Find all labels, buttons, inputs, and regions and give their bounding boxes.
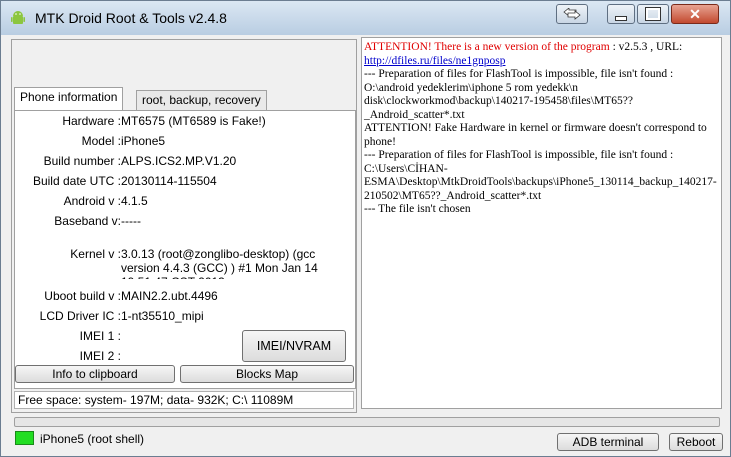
tab-root-backup-recovery[interactable]: root, backup, recovery [136,90,267,110]
info-value: iPhone5 [121,134,166,148]
progress-bar [14,417,720,427]
info-value: MAIN2.2.ubt.4496 [121,289,218,303]
log-output[interactable]: ATTENTION! There is a new version of the… [361,37,722,409]
info-label: Android v : [63,194,121,208]
log-attention-text: ATTENTION! There is a new version of the… [364,41,610,53]
info-value: 1-nt35510_mipi [121,309,204,323]
connection-status-indicator [15,431,34,445]
info-value: ALPS.ICS2.MP.V1.20 [121,154,237,168]
android-icon [11,11,25,24]
window-title: MTK Droid Root & Tools v2.4.8 [35,10,227,26]
close-icon: ✕ [689,5,701,22]
info-value: 20130114-115504 [121,174,217,188]
adb-terminal-button[interactable]: ADB terminal [557,433,659,451]
info-to-clipboard-button[interactable]: Info to clipboard [15,365,175,383]
log-version-text: : v2.5.3 , URL: [609,41,683,53]
minimize-icon [615,15,627,21]
close-button[interactable]: ✕ [671,4,719,24]
info-row-kernel: Kernel v : 3.0.13 (root@zonglibo-desktop… [15,247,355,279]
client-area: Phone information root, backup, recovery… [9,35,724,453]
phone-panel: Phone information root, backup, recovery… [11,39,357,413]
minimize-button[interactable] [607,4,635,24]
info-label: Baseband v: [54,214,121,228]
maximize-button[interactable] [637,4,669,24]
imei-nvram-button[interactable]: IMEI/NVRAM [242,330,346,362]
info-value: 4.1.5 [121,194,148,208]
info-label: LCD Driver IC : [39,309,121,323]
info-value: MT6575 (MT6589 is Fake!) [121,114,266,128]
info-value: 3.0.13 (root@zonglibo-desktop) (gcc vers… [121,247,318,279]
download-link[interactable]: http://dfiles.ru/files/ne1gnposp [364,55,506,67]
info-label: IMEI 1 : [79,329,121,343]
blocks-map-button[interactable]: Blocks Map [180,365,354,383]
swap-button[interactable] [556,4,588,24]
log-entry-new-version: ATTENTION! There is a new version of the… [364,41,719,68]
info-label: Uboot build v : [44,289,121,303]
log-entry: ATTENTION! Fake Hardware in kernel or fi… [364,122,707,148]
phone-information-page: Hardware : MT6575 (MT6589 is Fake!) Mode… [14,110,356,389]
log-entry: --- The file isn't chosen [364,203,471,215]
tab-phone-information[interactable]: Phone information [14,87,124,110]
info-label: Model : [81,134,121,148]
swap-icon [563,8,581,20]
log-entry: --- Preparation of files for FlashTool i… [364,68,674,121]
reboot-button[interactable]: Reboot [669,433,723,451]
info-label: Kernel v : [70,247,121,261]
title-bar[interactable]: MTK Droid Root & Tools v2.4.8 ✕ [1,1,730,35]
log-entry: --- Preparation of files for FlashTool i… [364,149,717,202]
info-value: ----- [121,214,141,228]
info-label: Build date UTC : [32,174,121,188]
device-status-label: iPhone5 (root shell) [40,432,145,446]
maximize-icon [645,7,661,21]
free-space-field: Free space: system- 197M; data- 932K; C:… [14,391,354,409]
info-label: Build number : [43,154,121,168]
info-label: IMEI 2 : [79,349,121,363]
info-label: Hardware : [62,114,121,128]
app-window: MTK Droid Root & Tools v2.4.8 ✕ Phone in… [0,0,731,457]
